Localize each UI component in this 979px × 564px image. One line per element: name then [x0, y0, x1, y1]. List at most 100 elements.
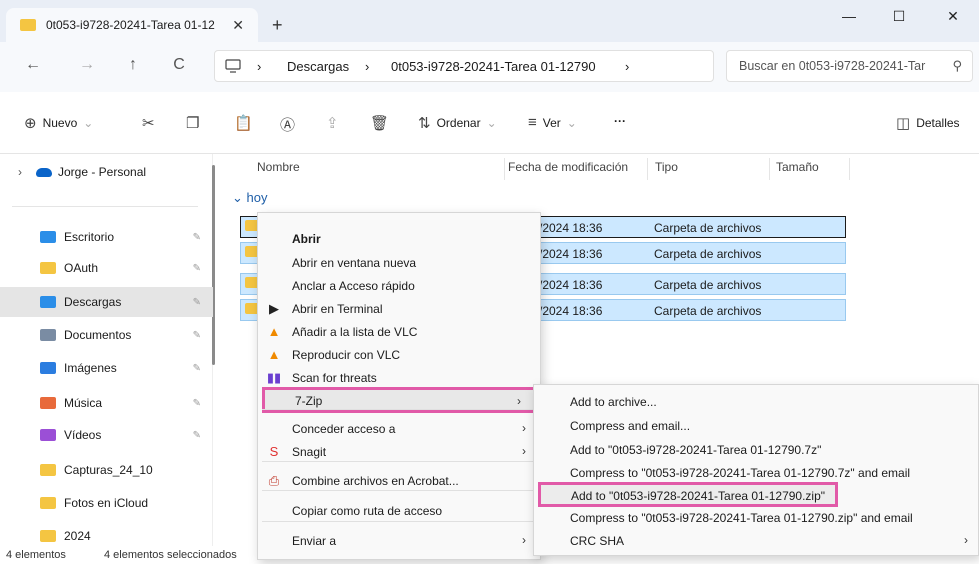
sort-icon: ⇅: [418, 115, 431, 132]
sidebar-item-descargas[interactable]: Descargas ✎: [0, 287, 213, 317]
copy-button[interactable]: ❐: [186, 114, 199, 132]
submenu-item-compress-zip-email[interactable]: Compress to "0t053-i9728-20241-Tarea 01-…: [534, 506, 978, 529]
new-tab-button[interactable]: +: [272, 15, 283, 36]
view-button[interactable]: ≡ Ver ⌄: [528, 114, 577, 131]
close-window-button[interactable]: ✕: [930, 8, 976, 25]
submenu-item-add-zip[interactable]: Add to "0t053-i9728-20241-Tarea 01-12790…: [538, 482, 838, 507]
menu-item-label: Abrir en Terminal: [292, 302, 383, 316]
share-button[interactable]: ⇪: [326, 114, 339, 132]
breadcrumb-item-folder[interactable]: 0t053-i9728-20241-Tarea 01-12790: [391, 59, 596, 74]
pin-icon: ✎: [192, 296, 201, 308]
new-button[interactable]: ⊕ Nuevo ⌄: [24, 114, 93, 132]
rename-button[interactable]: Ⓐ: [280, 114, 295, 135]
sidebar-item-account[interactable]: › Jorge - Personal: [0, 158, 213, 186]
submenu-item-compress-7z-email[interactable]: Compress to "0t053-i9728-20241-Tarea 01-…: [534, 461, 978, 484]
more-options-button[interactable]: ···: [614, 114, 626, 128]
menu-item-label: Reproducir con VLC: [292, 348, 401, 362]
breadcrumb[interactable]: › Descargas › 0t053-i9728-20241-Tarea 01…: [214, 50, 714, 82]
chevron-right-icon: ›: [522, 444, 526, 458]
search-input[interactable]: Buscar en 0t053-i9728-20241-Tar ⚲: [726, 50, 973, 82]
tab-current[interactable]: 0t053-i9728-20241-Tarea 01-12 ✕: [6, 8, 258, 42]
chevron-down-icon: ⌄: [83, 116, 94, 130]
minimize-button[interactable]: —: [826, 8, 872, 24]
sidebar-item-escritorio[interactable]: Escritorio ✎: [0, 222, 213, 252]
sidebar-item-label: Descargas: [64, 295, 122, 309]
search-icon: ⚲: [952, 58, 962, 73]
column-divider: [769, 158, 770, 180]
submenu-item-compress-email[interactable]: Compress and email...: [534, 414, 978, 437]
row-type: Carpeta de archivos: [654, 247, 762, 261]
menu-item-give-access[interactable]: Conceder acceso a ›: [258, 417, 540, 441]
up-button[interactable]: ↑: [122, 56, 144, 74]
menu-item-send-to[interactable]: Enviar a ›: [258, 529, 540, 553]
vlc-icon: ▲: [267, 324, 281, 339]
menu-separator: [262, 490, 536, 491]
submenu-item-label: Compress to "0t053-i9728-20241-Tarea 01-…: [570, 511, 913, 525]
submenu-item-add-7z[interactable]: Add to "0t053-i9728-20241-Tarea 01-12790…: [534, 438, 978, 461]
sidebar-item-videos[interactable]: Vídeos ✎: [0, 420, 213, 450]
folder-icon: [40, 262, 56, 274]
forward-button[interactable]: →: [76, 56, 98, 74]
menu-item-pin-quick-access[interactable]: Anclar a Acceso rápido: [258, 274, 540, 298]
row-date: /2024 18:36: [539, 247, 603, 261]
menu-item-copy-path[interactable]: Copiar como ruta de acceso: [258, 499, 540, 523]
close-tab-icon[interactable]: ✕: [232, 17, 244, 34]
share-icon: ⇪: [326, 115, 339, 132]
title-bar: 0t053-i9728-20241-Tarea 01-12 ✕ + — ☐ ✕: [0, 0, 979, 42]
breadcrumb-separator: ›: [257, 59, 262, 74]
sidebar-item-documentos[interactable]: Documentos ✎: [0, 320, 213, 350]
breadcrumb-separator: ›: [625, 59, 630, 74]
menu-item-play-vlc[interactable]: ▲ Reproducir con VLC: [258, 343, 540, 367]
submenu-item-label: Compress to "0t053-i9728-20241-Tarea 01-…: [570, 466, 911, 480]
folder-icon: [40, 296, 56, 308]
back-button[interactable]: ←: [22, 56, 44, 74]
menu-item-label: Scan for threats: [292, 371, 377, 385]
menu-item-open[interactable]: Abrir: [258, 227, 540, 251]
context-menu: Abrir Abrir en ventana nueva Anclar a Acce…: [257, 212, 541, 560]
menu-item-open-terminal[interactable]: ▶ Abrir en Terminal: [258, 297, 540, 321]
menu-item-add-vlc-playlist[interactable]: ▲ Añadir a la lista de VLC: [258, 320, 540, 344]
row-type: Carpeta de archivos: [654, 278, 762, 292]
cut-button[interactable]: ✂: [142, 114, 155, 132]
paste-button[interactable]: 📋: [234, 114, 253, 132]
column-divider: [504, 158, 505, 180]
sidebar-item-oauth[interactable]: OAuth ✎: [0, 253, 213, 283]
folder-icon: [40, 397, 56, 409]
refresh-button[interactable]: C: [168, 56, 190, 74]
view-button-label: Ver: [542, 115, 561, 130]
chevron-right-icon: ›: [517, 394, 521, 408]
menu-item-open-new-window[interactable]: Abrir en ventana nueva: [258, 251, 540, 275]
row-date: /2024 18:36: [539, 304, 603, 318]
folder-icon: [40, 329, 56, 341]
submenu-item-add-archive[interactable]: Add to archive...: [534, 390, 978, 413]
submenu-item-crc-sha[interactable]: CRC SHA ›: [534, 529, 978, 552]
chevron-right-icon: ›: [522, 421, 526, 435]
maximize-button[interactable]: ☐: [876, 8, 922, 25]
sidebar-item-imagenes[interactable]: Imágenes ✎: [0, 353, 213, 383]
item-count: 4 elementos: [6, 549, 66, 561]
column-header-name[interactable]: Nombre: [257, 160, 300, 174]
breadcrumb-item-descargas[interactable]: Descargas: [287, 59, 349, 74]
row-type: Carpeta de archivos: [654, 304, 762, 318]
scan-icon: ▮▮: [266, 370, 282, 385]
column-header-size[interactable]: Tamaño: [776, 160, 819, 174]
details-button[interactable]: ◫ Detalles: [896, 114, 960, 132]
submenu-item-label: Add to "0t053-i9728-20241-Tarea 01-12790…: [570, 443, 822, 457]
new-button-label: Nuevo: [42, 116, 78, 130]
sort-button[interactable]: ⇅ Ordenar ⌄: [418, 114, 497, 132]
row-date: /2024 18:36: [539, 278, 603, 292]
column-header-type[interactable]: Tipo: [655, 160, 678, 174]
menu-separator: [262, 461, 536, 462]
sidebar-item-musica[interactable]: Música ✎: [0, 388, 213, 418]
menu-item-label: Conceder acceso a: [292, 422, 396, 436]
divider: [12, 206, 198, 207]
sidebar-item-fotos-icloud[interactable]: Fotos en iCloud: [0, 488, 213, 518]
folder-icon: [20, 19, 36, 31]
monitor-icon: [225, 59, 241, 76]
group-header[interactable]: ⌄ hoy: [232, 190, 267, 206]
sidebar-item-capturas[interactable]: Capturas_24_10: [0, 455, 213, 485]
delete-button[interactable]: 🗑: [370, 114, 389, 132]
column-divider: [647, 158, 648, 180]
sidebar-item-label: Documentos: [64, 328, 132, 342]
column-header-date[interactable]: Fecha de modificación: [508, 160, 628, 174]
